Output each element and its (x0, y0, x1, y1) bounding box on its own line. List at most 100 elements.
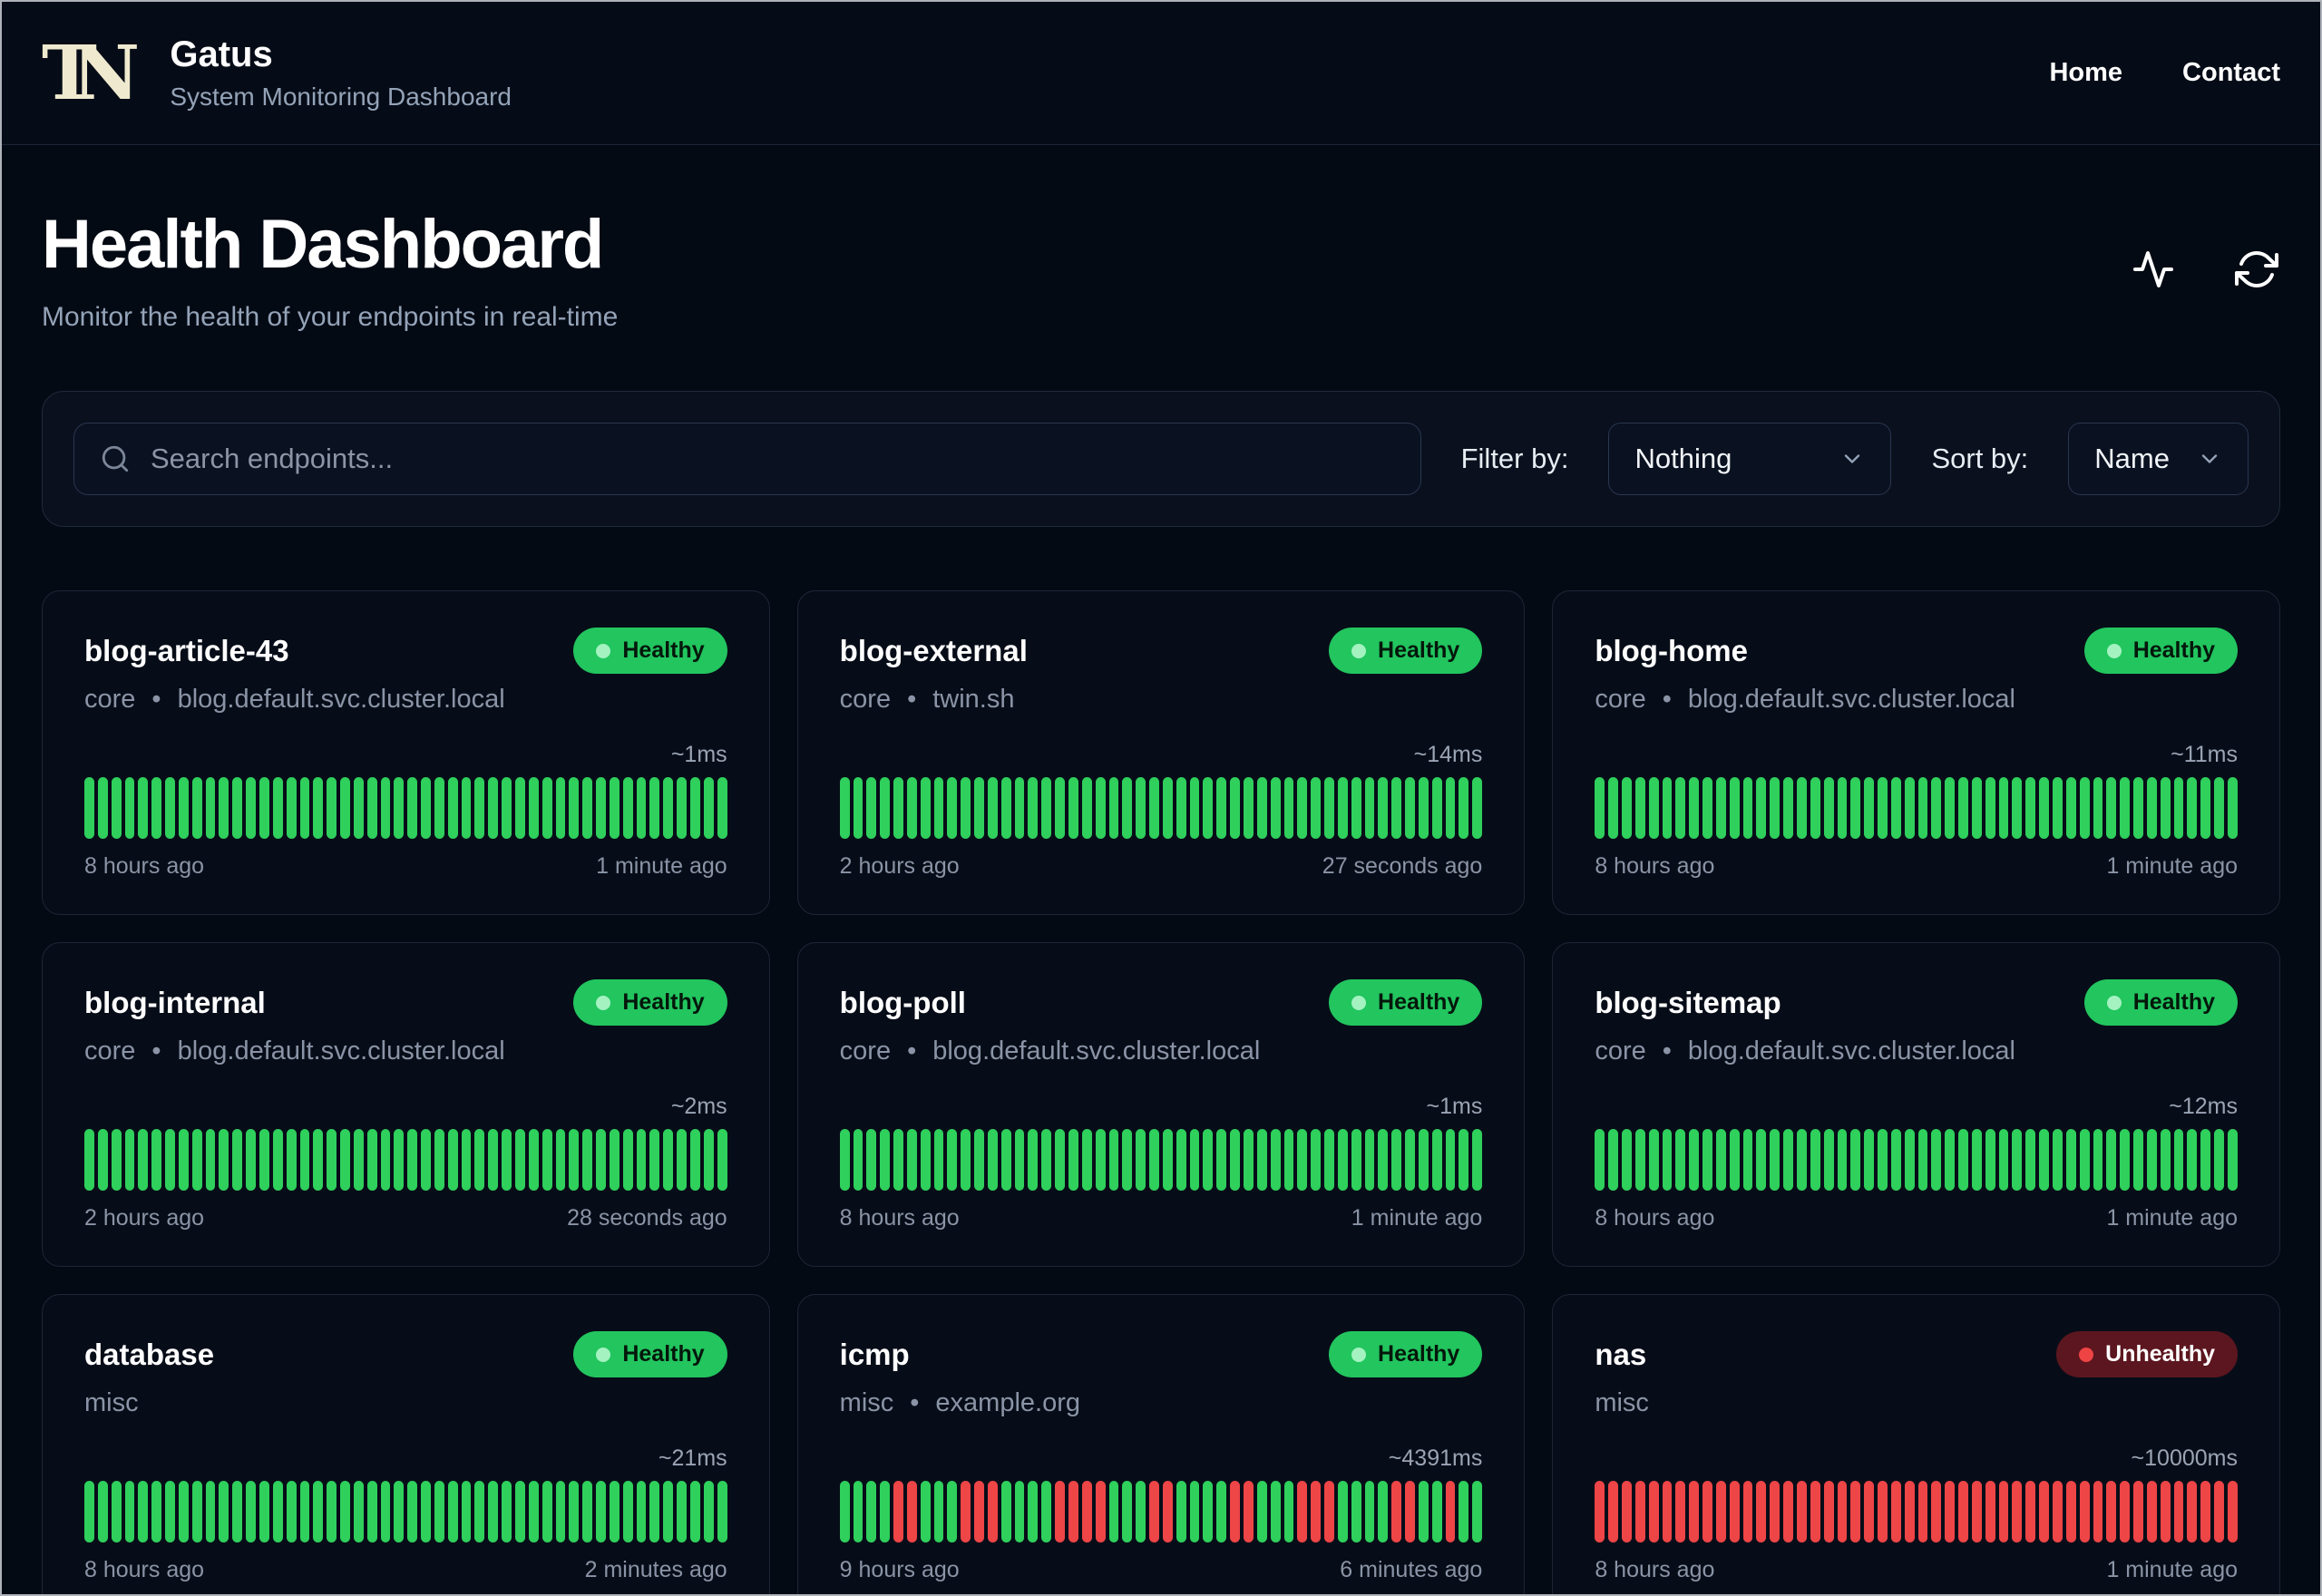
history-bar[interactable] (2093, 777, 2103, 839)
history-bar[interactable] (232, 1129, 243, 1191)
history-bar[interactable] (1971, 1129, 1982, 1191)
history-bar[interactable] (528, 1481, 539, 1542)
history-bar[interactable] (421, 777, 431, 839)
history-bar[interactable] (124, 1129, 135, 1191)
history-bar[interactable] (1311, 1481, 1322, 1542)
history-bar[interactable] (1971, 777, 1982, 839)
history-bar[interactable] (1890, 1129, 1901, 1191)
history-bar[interactable] (636, 1481, 647, 1542)
history-bar[interactable] (2093, 1481, 2103, 1542)
history-bar[interactable] (906, 1481, 917, 1542)
history-bar[interactable] (1622, 1129, 1632, 1191)
history-bar[interactable] (1864, 1481, 1875, 1542)
history-bar[interactable] (246, 1481, 256, 1542)
history-bar[interactable] (502, 1481, 512, 1542)
history-bar[interactable] (906, 1129, 917, 1191)
history-bar[interactable] (933, 777, 944, 839)
history-bar[interactable] (596, 777, 606, 839)
history-bar[interactable] (2133, 1129, 2143, 1191)
history-bar[interactable] (1796, 1129, 1807, 1191)
history-bar[interactable] (1108, 1481, 1119, 1542)
history-bar[interactable] (703, 1481, 714, 1542)
history-bar[interactable] (1431, 777, 1442, 839)
history-bar[interactable] (622, 1129, 633, 1191)
history-bar[interactable] (609, 1481, 620, 1542)
history-bar[interactable] (219, 1129, 229, 1191)
history-bar[interactable] (97, 777, 108, 839)
history-bar[interactable] (1081, 777, 1092, 839)
history-bar[interactable] (1472, 777, 1483, 839)
history-bar[interactable] (1998, 777, 2009, 839)
history-bar[interactable] (1364, 1481, 1375, 1542)
history-bar[interactable] (1823, 1129, 1834, 1191)
history-bar[interactable] (2025, 1129, 2036, 1191)
history-bar[interactable] (906, 777, 917, 839)
history-bar[interactable] (366, 777, 377, 839)
history-bar[interactable] (434, 1129, 444, 1191)
activity-icon[interactable] (2130, 246, 2177, 293)
history-bar[interactable] (933, 1129, 944, 1191)
history-bar[interactable] (178, 1129, 189, 1191)
history-bar[interactable] (2227, 1481, 2238, 1542)
endpoint-card[interactable]: blog-home Healthy core • blog.default.sv… (1552, 590, 2280, 915)
history-bar[interactable] (286, 1129, 297, 1191)
history-bar[interactable] (1081, 1129, 1092, 1191)
nav-link-contact[interactable]: Contact (2182, 58, 2280, 88)
history-bar[interactable] (1958, 1481, 1968, 1542)
history-bar[interactable] (1041, 777, 1052, 839)
history-bar[interactable] (151, 1481, 162, 1542)
history-bar[interactable] (1283, 777, 1294, 839)
history-bar[interactable] (1014, 777, 1025, 839)
history-bar[interactable] (636, 777, 647, 839)
endpoint-card[interactable]: blog-sitemap Healthy core • blog.default… (1552, 942, 2280, 1267)
history-bar[interactable] (1243, 777, 1254, 839)
history-bar[interactable] (1689, 1129, 1700, 1191)
history-bar[interactable] (2214, 777, 2224, 839)
history-bar[interactable] (1715, 1129, 1726, 1191)
history-bar[interactable] (2173, 777, 2184, 839)
history-bar[interactable] (299, 1481, 310, 1542)
history-bar[interactable] (286, 1481, 297, 1542)
history-bar[interactable] (2065, 1481, 2076, 1542)
history-bar[interactable] (1810, 1481, 1820, 1542)
history-bar[interactable] (2120, 1129, 2131, 1191)
history-bar[interactable] (1000, 777, 1011, 839)
history-bar[interactable] (124, 1481, 135, 1542)
history-bar[interactable] (1324, 1129, 1334, 1191)
history-bar[interactable] (246, 777, 256, 839)
history-bar[interactable] (327, 1481, 337, 1542)
history-bar[interactable] (649, 777, 660, 839)
history-bar[interactable] (2200, 1481, 2211, 1542)
history-bar[interactable] (1297, 1129, 1308, 1191)
history-bar[interactable] (1162, 777, 1173, 839)
history-bar[interactable] (1890, 777, 1901, 839)
history-bar[interactable] (434, 1481, 444, 1542)
history-bar[interactable] (1256, 1129, 1267, 1191)
history-bar[interactable] (1904, 1481, 1915, 1542)
history-bar[interactable] (124, 777, 135, 839)
history-bar[interactable] (340, 777, 350, 839)
history-bar[interactable] (394, 1481, 405, 1542)
history-bar[interactable] (1675, 1481, 1686, 1542)
history-bar[interactable] (1337, 777, 1348, 839)
history-bar[interactable] (340, 1481, 350, 1542)
history-bar[interactable] (649, 1129, 660, 1191)
history-bar[interactable] (111, 777, 122, 839)
endpoint-card[interactable]: nas Unhealthy misc ~10000ms 8 hours ago … (1552, 1294, 2280, 1594)
history-bar[interactable] (1595, 777, 1605, 839)
history-bar[interactable] (555, 1129, 566, 1191)
endpoint-card[interactable]: blog-external Healthy core • twin.sh ~14… (796, 590, 1526, 915)
history-bar[interactable] (461, 1481, 472, 1542)
history-bar[interactable] (2214, 1129, 2224, 1191)
endpoint-card[interactable]: blog-internal Healthy core • blog.defaul… (42, 942, 770, 1267)
history-bar[interactable] (259, 777, 269, 839)
history-bar[interactable] (340, 1129, 350, 1191)
history-bar[interactable] (1689, 1481, 1700, 1542)
history-bar[interactable] (880, 1129, 891, 1191)
history-bar[interactable] (259, 1481, 269, 1542)
history-bar[interactable] (447, 1481, 458, 1542)
history-bar[interactable] (1634, 1481, 1645, 1542)
history-bar[interactable] (2227, 777, 2238, 839)
history-bar[interactable] (488, 1481, 499, 1542)
history-bar[interactable] (569, 777, 580, 839)
